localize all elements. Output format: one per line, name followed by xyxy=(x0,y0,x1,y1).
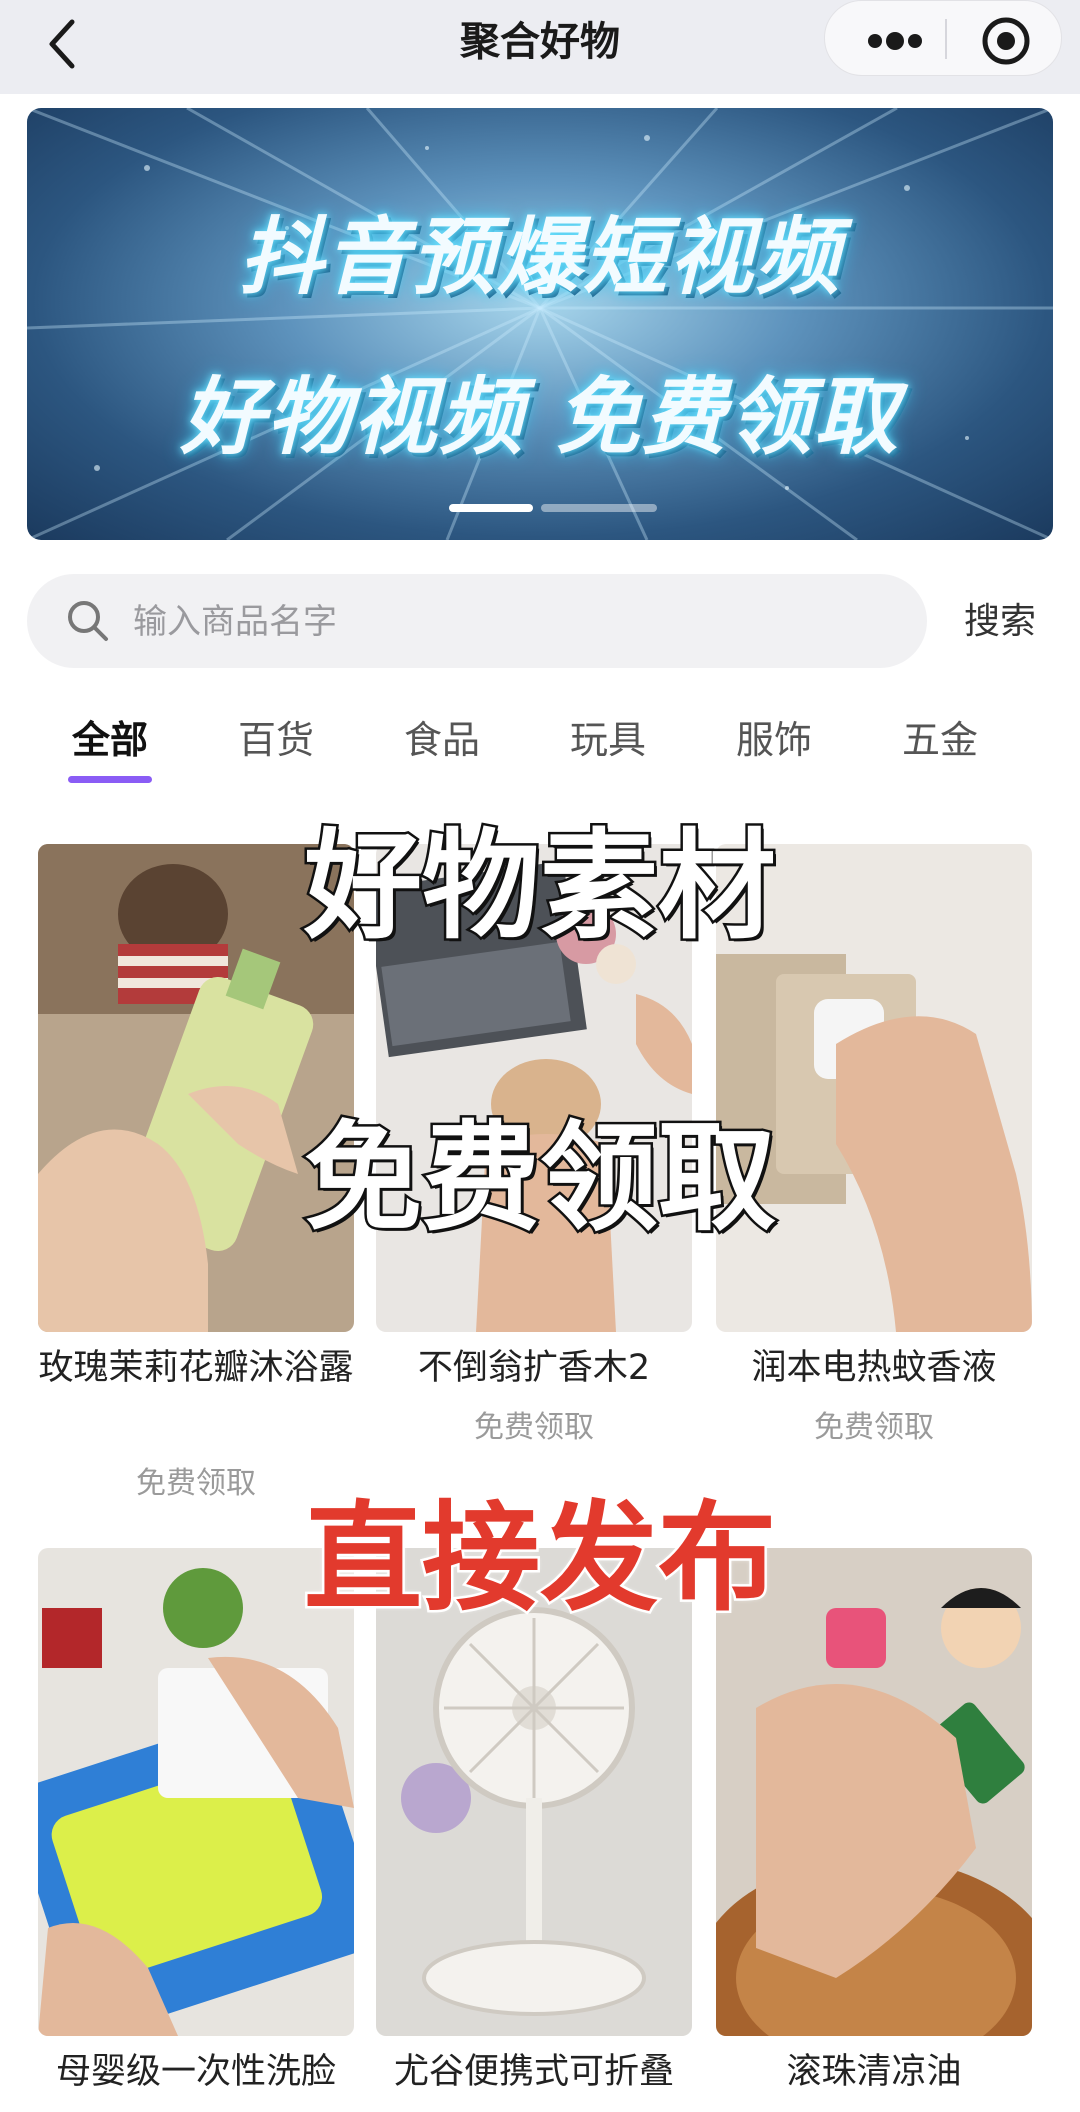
product-title: 滚珠清凉油 xyxy=(786,2052,962,2092)
tab-general-goods[interactable]: 百货 xyxy=(206,712,346,768)
search-input[interactable] xyxy=(131,594,895,650)
overlay-text-3: 直接发布 xyxy=(301,1487,778,1630)
target-icon xyxy=(982,17,1030,65)
tab-hardware[interactable]: 五金 xyxy=(870,712,1010,768)
product-title: 玫瑰茉莉花瓣沐浴露 xyxy=(38,1348,354,1388)
carousel-indicator xyxy=(449,504,657,512)
product-title: 不倒翁扩香木2 xyxy=(417,1348,651,1388)
mini-program-capsule xyxy=(824,0,1062,76)
top-nav-bar: 聚合好物 xyxy=(0,0,1080,94)
product-tag: 免费领取 xyxy=(814,1410,934,1445)
product-title: 尤谷便携式可折叠 xyxy=(393,2052,674,2092)
product-tag: 免费领取 xyxy=(474,1410,594,1445)
tab-toys[interactable]: 玩具 xyxy=(538,712,678,768)
banner-headline-2: 好物视频 免费领取 xyxy=(180,368,900,466)
active-tab-indicator xyxy=(68,776,152,783)
product-title: 润本电热蚊香液 xyxy=(751,1348,997,1388)
carousel-dot xyxy=(541,504,657,512)
carousel-dot-active xyxy=(449,504,533,512)
capsule-divider xyxy=(945,19,947,59)
close-mini-program-button[interactable] xyxy=(969,11,1043,67)
category-tabs: 全部 百货 食品 玩具 服饰 五金 xyxy=(0,712,1080,792)
overlay-text-2: 免费领取 xyxy=(301,1107,778,1250)
search-button[interactable]: 搜索 xyxy=(940,595,1060,649)
overlay-text-1: 好物素材 xyxy=(301,815,778,958)
search-icon xyxy=(68,601,108,641)
product-title: 母婴级一次性洗脸 xyxy=(55,2052,336,2092)
more-button[interactable] xyxy=(845,11,945,67)
promo-banner[interactable]: 抖音预爆短视频 好物视频 免费领取 xyxy=(27,108,1053,540)
search-box xyxy=(27,574,927,668)
tab-food[interactable]: 食品 xyxy=(372,712,512,768)
banner-background-rays xyxy=(27,108,1053,540)
tab-apparel[interactable]: 服饰 xyxy=(704,712,844,768)
more-dots-icon xyxy=(868,32,922,50)
banner-headline-1: 抖音预爆短视频 xyxy=(238,208,841,306)
tab-all[interactable]: 全部 xyxy=(40,712,180,768)
